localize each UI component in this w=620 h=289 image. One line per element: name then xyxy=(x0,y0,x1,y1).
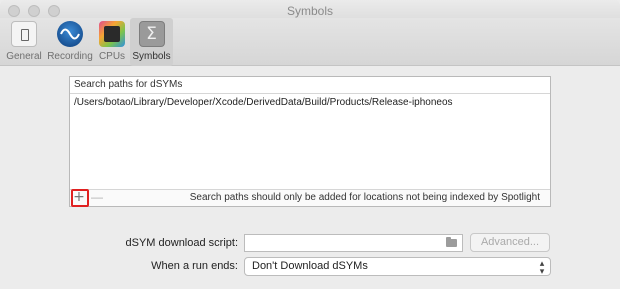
spotlight-note: Search paths should only be added for lo… xyxy=(189,192,540,203)
advanced-button[interactable]: Advanced... xyxy=(470,233,550,252)
recording-wave-icon xyxy=(57,21,83,47)
chevron-updown-icon: ▴ ▾ xyxy=(539,258,545,276)
dsym-download-script-field[interactable] xyxy=(244,234,463,252)
remove-search-path-button[interactable]: — xyxy=(91,191,103,205)
search-paths-footer: + — Search paths should only be added fo… xyxy=(70,189,550,207)
folder-icon[interactable] xyxy=(446,237,457,247)
tab-cpus-label: CPUs xyxy=(98,51,126,62)
dsym-download-script-label: dSYM download script: xyxy=(125,237,239,249)
cpu-icon xyxy=(99,21,125,47)
tab-general[interactable]: General xyxy=(3,18,45,66)
tab-symbols[interactable]: Σ Symbols xyxy=(130,18,173,66)
tab-cpus[interactable]: CPUs xyxy=(96,18,128,66)
preferences-window: Symbols General Recording CPUs Σ Symbols… xyxy=(0,0,620,289)
highlight-box xyxy=(71,189,89,207)
sigma-icon: Σ xyxy=(138,21,165,47)
tab-symbols-label: Symbols xyxy=(132,51,171,62)
run-end-select[interactable]: Don't Download dSYMs ▴ ▾ xyxy=(244,257,551,276)
search-paths-header: Search paths for dSYMs xyxy=(70,77,550,94)
run-end-selected-value: Don't Download dSYMs xyxy=(252,260,368,272)
tab-recording[interactable]: Recording xyxy=(47,18,93,66)
tab-recording-label: Recording xyxy=(47,51,93,62)
preferences-toolbar: General Recording CPUs Σ Symbols xyxy=(0,18,620,66)
add-search-path-button[interactable]: + xyxy=(71,189,89,207)
run-end-label: When a run ends: xyxy=(151,260,238,272)
general-settings-icon xyxy=(11,21,37,47)
window-title: Symbols xyxy=(286,4,333,18)
tab-general-label: General xyxy=(6,51,42,62)
dsym-search-paths-table: Search paths for dSYMs /Users/botao/Libr… xyxy=(69,76,551,207)
search-path-row[interactable]: /Users/botao/Library/Developer/Xcode/Der… xyxy=(70,95,550,111)
